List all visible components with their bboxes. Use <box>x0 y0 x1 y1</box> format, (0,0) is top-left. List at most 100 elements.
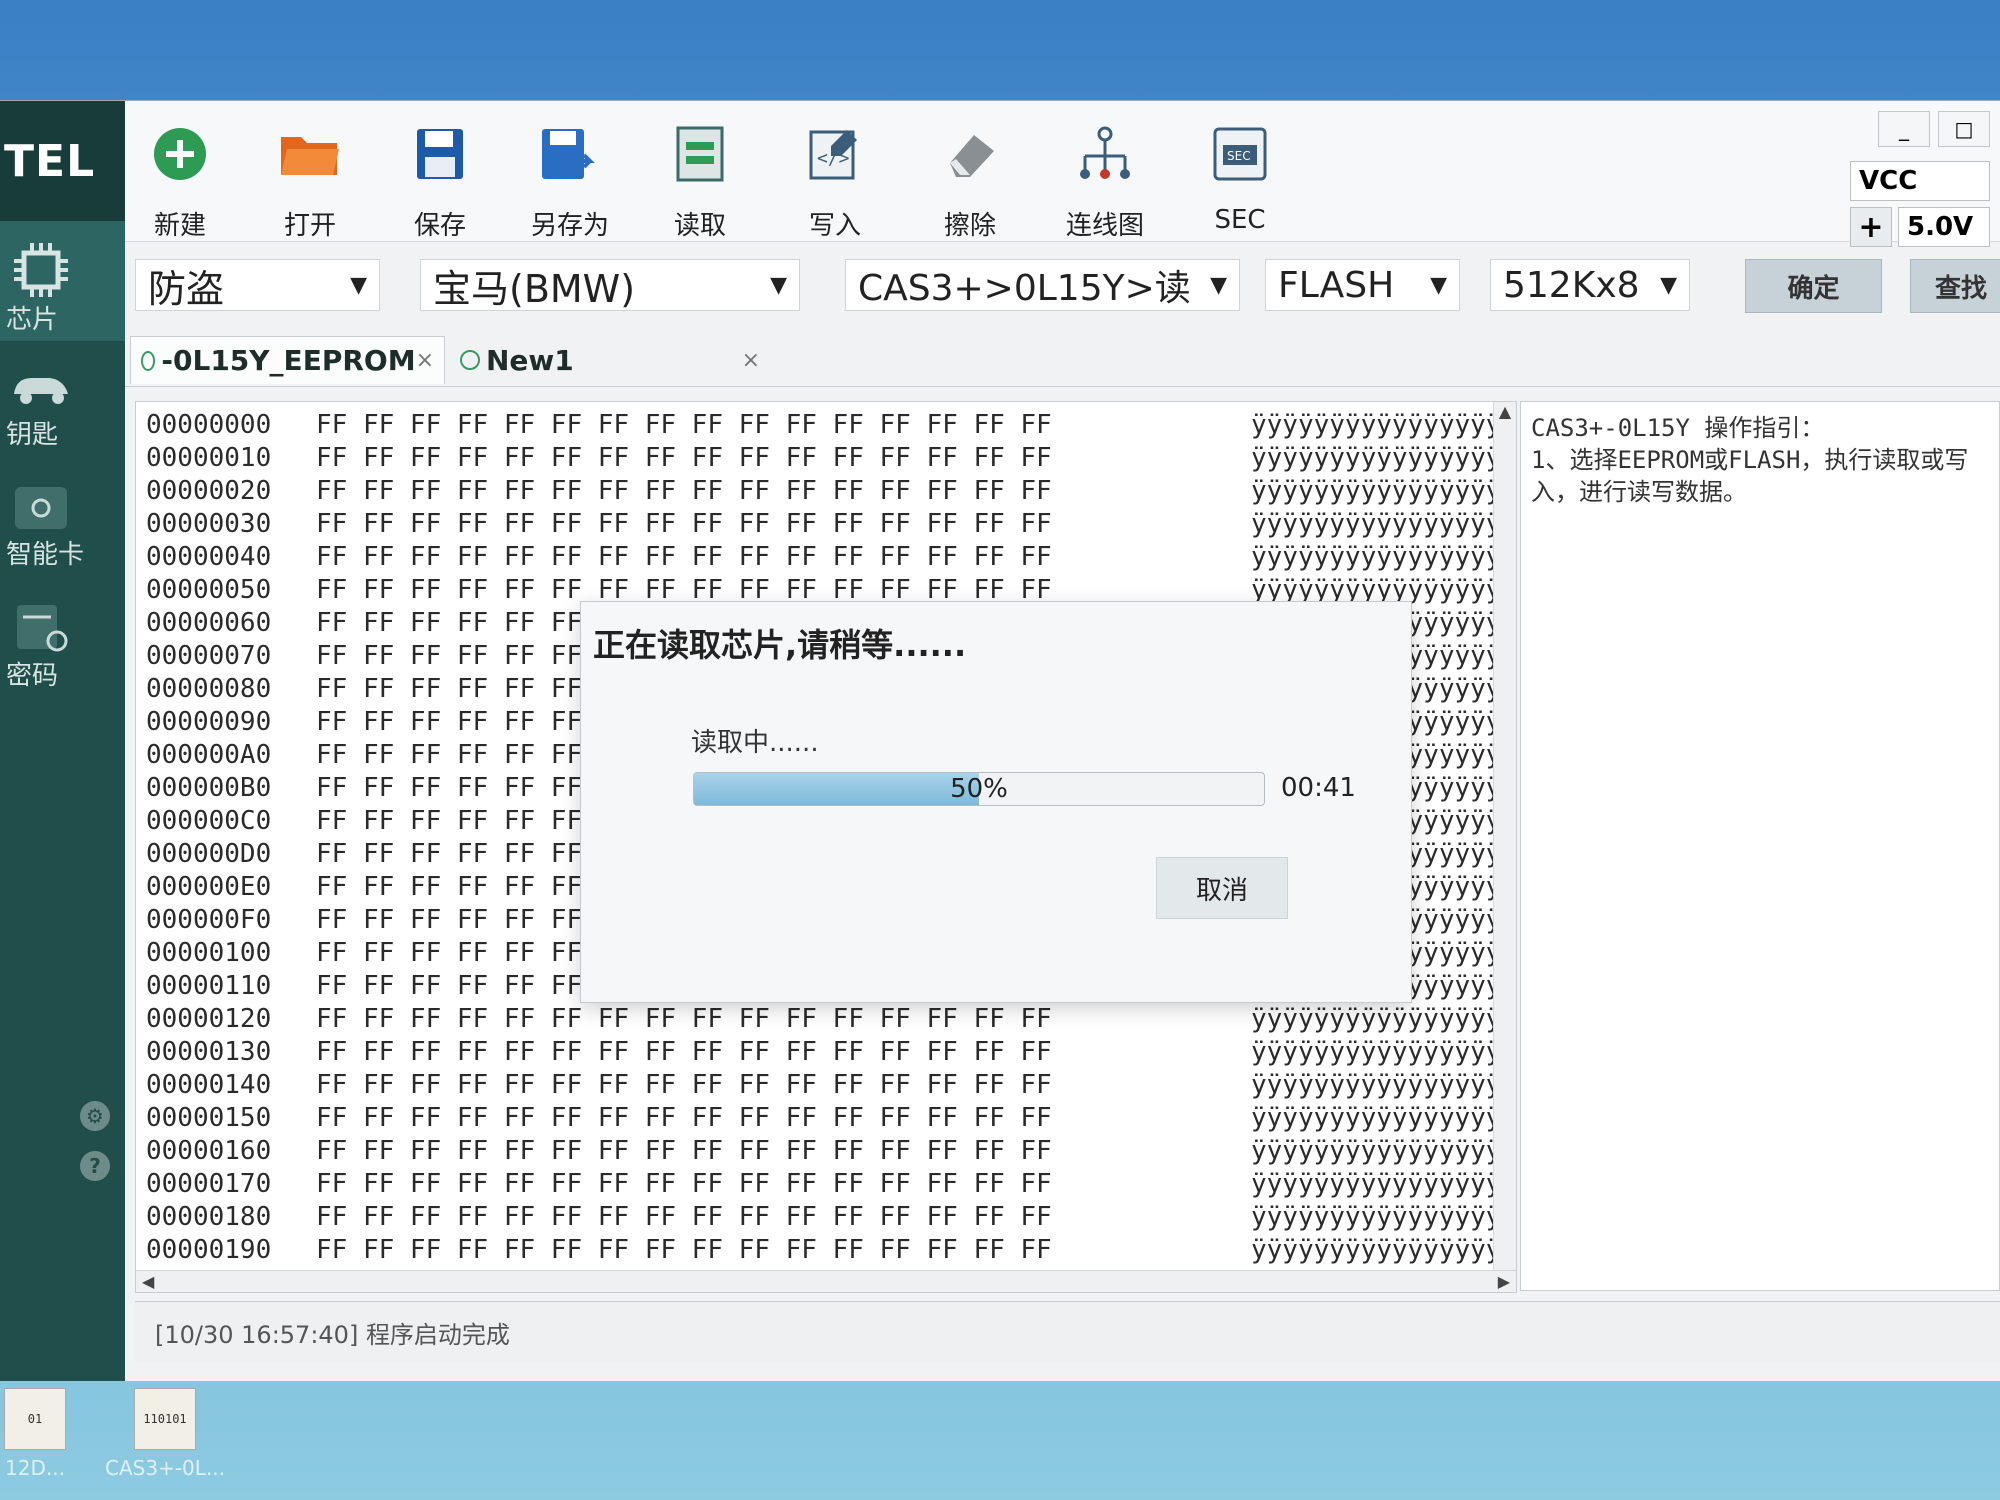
hex-bytes: FF FF FF FF FF FF FF FF FF FF FF FF FF F… <box>316 1202 1052 1232</box>
sidebar-item-chip[interactable]: 芯片 <box>0 221 125 341</box>
hex-row[interactable]: 00000170 FF FF FF FF FF FF FF FF FF FF FF… <box>146 1169 1501 1199</box>
file-icon: 01 <box>4 1388 66 1450</box>
chip-icon <box>6 241 76 299</box>
open-button[interactable]: 打开 <box>255 119 365 242</box>
hex-bytes: FF FF FF FF FF FF FF FF FF FF FF FF FF F… <box>316 1004 1052 1034</box>
vcc-plus-button[interactable]: + <box>1850 207 1892 247</box>
sidebar: TEL 芯片 钥匙 智能卡 密码 ⚙ ? <box>0 101 170 1381</box>
vcc-panel: VCC + 5.0V <box>1850 161 1990 247</box>
desktop-icon[interactable]: 110101 CAS3+-0L... <box>85 1388 245 1480</box>
hex-addr: 00000000 <box>146 410 272 440</box>
cancel-button[interactable]: 取消 <box>1156 857 1288 919</box>
hex-addr: 000000F0 <box>146 905 272 935</box>
hex-row[interactable]: 00000040 FF FF FF FF FF FF FF FF FF FF FF… <box>146 542 1501 572</box>
hex-row[interactable]: 00000190 FF FF FF FF FF FF FF FF FF FF FF… <box>146 1235 1501 1265</box>
desktop-icon[interactable]: 01 12D... <box>0 1388 70 1480</box>
hex-bytes: FF FF FF FF FF FF FF FF FF FF FF FF FF F… <box>316 542 1052 572</box>
window-controls: _ □ <box>1878 111 1990 147</box>
hex-addr: 00000080 <box>146 674 272 704</box>
chevron-down-icon: ▼ <box>350 272 367 298</box>
guide-panel: CAS3+-0L15Y 操作指引： 1、选择EEPROM或FLASH，执行读取或… <box>1520 401 2000 1291</box>
hex-addr: 00000010 <box>146 443 272 473</box>
gear-icon[interactable]: ⚙ <box>80 1101 110 1131</box>
hex-bytes: FF FF FF FF FF FF FF FF FF FF FF FF FF F… <box>316 509 1052 539</box>
hex-bytes: FF FF FF FF FF FF FF FF FF FF FF FF FF F… <box>316 1103 1052 1133</box>
read-button[interactable]: 读取 <box>645 119 755 242</box>
hex-row[interactable]: 00000030 FF FF FF FF FF FF FF FF FF FF FF… <box>146 509 1501 539</box>
hex-row[interactable]: 00000010 FF FF FF FF FF FF FF FF FF FF FF… <box>146 443 1501 473</box>
search-button[interactable]: 查找 <box>1910 259 2000 313</box>
sec-button[interactable]: SEC SEC <box>1185 119 1295 235</box>
hex-row[interactable]: 00000130 FF FF FF FF FF FF FF FF FF FF FF… <box>146 1037 1501 1067</box>
hex-addr: 00000030 <box>146 509 272 539</box>
wiring-icon <box>1050 119 1160 189</box>
hex-addr: 00000050 <box>146 575 272 605</box>
hex-ascii: ÿÿÿÿÿÿÿÿÿÿÿÿÿÿÿÿ <box>1251 443 1502 473</box>
hex-addr: 00000070 <box>146 641 272 671</box>
sidebar-item-password[interactable]: 密码 <box>0 581 125 701</box>
maximize-button[interactable]: □ <box>1938 111 1990 147</box>
hex-bytes: FF FF FF FF FF FF FF FF FF FF FF FF FF F… <box>316 1136 1052 1166</box>
selector-bar: 防盗 ▼ 宝马(BMW) ▼ CAS3+>0L15Y>读 ▼ FLASH ▼ 512Kx… <box>125 251 2000 321</box>
brand-select[interactable]: 宝马(BMW) ▼ <box>420 259 800 311</box>
save-button[interactable]: 保存 <box>385 119 495 242</box>
sec-icon: SEC <box>1185 119 1295 189</box>
hex-bytes: FF FF FF FF FF FF FF FF FF FF FF FF FF F… <box>316 476 1052 506</box>
hex-addr: 00000130 <box>146 1037 272 1067</box>
write-button[interactable]: </> 写入 <box>780 119 890 242</box>
erase-button[interactable]: 擦除 <box>915 119 1025 242</box>
hex-ascii: ÿÿÿÿÿÿÿÿÿÿÿÿÿÿÿÿ <box>1251 1202 1502 1232</box>
minimize-button[interactable]: _ <box>1878 111 1930 147</box>
hex-row[interactable]: 00000140 FF FF FF FF FF FF FF FF FF FF FF… <box>146 1070 1501 1100</box>
hex-bytes: FF FF FF FF FF FF FF FF FF FF FF FF FF F… <box>316 410 1052 440</box>
hex-ascii: ÿÿÿÿÿÿÿÿÿÿÿÿÿÿÿÿ <box>1251 1004 1502 1034</box>
hex-ascii: ÿÿÿÿÿÿÿÿÿÿÿÿÿÿÿÿ <box>1251 476 1502 506</box>
scroll-left-icon[interactable]: ◀ <box>142 1272 154 1291</box>
memory-select[interactable]: FLASH ▼ <box>1265 259 1460 311</box>
category-select[interactable]: 防盗 ▼ <box>135 259 380 311</box>
hex-row[interactable]: 00000000 FF FF FF FF FF FF FF FF FF FF FF… <box>146 410 1501 440</box>
size-select[interactable]: 512Kx8 ▼ <box>1490 259 1690 311</box>
confirm-button[interactable]: 确定 <box>1745 259 1882 313</box>
hex-bytes: FF FF FF FF FF FF FF FF FF FF FF FF FF F… <box>316 443 1052 473</box>
sidebar-item-smartcard[interactable]: 智能卡 <box>0 461 125 581</box>
dialog-subtitle: 读取中...... <box>691 728 819 758</box>
password-icon <box>6 601 76 655</box>
hex-addr: 00000180 <box>146 1202 272 1232</box>
read-icon <box>645 119 755 189</box>
scroll-right-icon[interactable]: ▶ <box>1498 1272 1510 1291</box>
new-button[interactable]: 新建 <box>125 119 235 242</box>
hex-bytes: FF FF FF FF FF FF FF FF FF FF FF FF FF F… <box>316 1169 1052 1199</box>
vcc-label: VCC <box>1850 161 1990 201</box>
hex-addr: 00000060 <box>146 608 272 638</box>
hex-row[interactable]: 00000160 FF FF FF FF FF FF FF FF FF FF FF… <box>146 1136 1501 1166</box>
hex-row[interactable]: 00000020 FF FF FF FF FF FF FF FF FF FF FF… <box>146 476 1501 506</box>
wiring-diagram-button[interactable]: 连线图 <box>1050 119 1160 242</box>
save-as-button[interactable]: 另存为 <box>515 119 625 242</box>
close-icon[interactable]: × <box>742 348 760 373</box>
chevron-down-icon: ▼ <box>770 272 787 298</box>
app-window: TEL 芯片 钥匙 智能卡 密码 ⚙ ? 新建 打开 保存 另存为 读取 </>… <box>0 100 2000 1381</box>
tab-eeprom[interactable]: -0L15Y_EEPROM × <box>130 336 445 384</box>
module-select[interactable]: CAS3+>0L15Y>读 ▼ <box>845 259 1240 311</box>
tab-new1[interactable]: New1 × <box>450 336 770 384</box>
hex-addr: 00000140 <box>146 1070 272 1100</box>
help-icon[interactable]: ? <box>80 1151 110 1181</box>
hex-row[interactable]: 00000150 FF FF FF FF FF FF FF FF FF FF FF… <box>146 1103 1501 1133</box>
vcc-voltage[interactable]: 5.0V <box>1898 207 1990 247</box>
toolbar: 新建 打开 保存 另存为 读取 </> 写入 擦除 连线图 SEC SEC _ … <box>125 101 2000 247</box>
hex-ascii: ÿÿÿÿÿÿÿÿÿÿÿÿÿÿÿÿ <box>1251 1037 1502 1067</box>
sidebar-item-label: 密码 <box>6 661 59 691</box>
horizontal-scrollbar[interactable]: ◀ ▶ <box>136 1270 1516 1292</box>
close-icon[interactable]: × <box>416 348 434 373</box>
hex-ascii: ÿÿÿÿÿÿÿÿÿÿÿÿÿÿÿÿ <box>1251 1136 1502 1166</box>
vertical-scrollbar[interactable]: ▲▼ <box>1493 402 1516 1292</box>
hex-addr: 00000110 <box>146 971 272 1001</box>
hex-row[interactable]: 00000180 FF FF FF FF FF FF FF FF FF FF FF… <box>146 1202 1501 1232</box>
sidebar-item-key[interactable]: 钥匙 <box>0 341 125 461</box>
scroll-up-icon[interactable]: ▲ <box>1499 402 1511 421</box>
smart-card-icon <box>6 481 76 534</box>
tab-bar: -0L15Y_EEPROM × New1 × <box>125 336 2000 387</box>
progress-text: 50% <box>950 774 1008 804</box>
hex-row[interactable]: 00000120 FF FF FF FF FF FF FF FF FF FF FF… <box>146 1004 1501 1034</box>
